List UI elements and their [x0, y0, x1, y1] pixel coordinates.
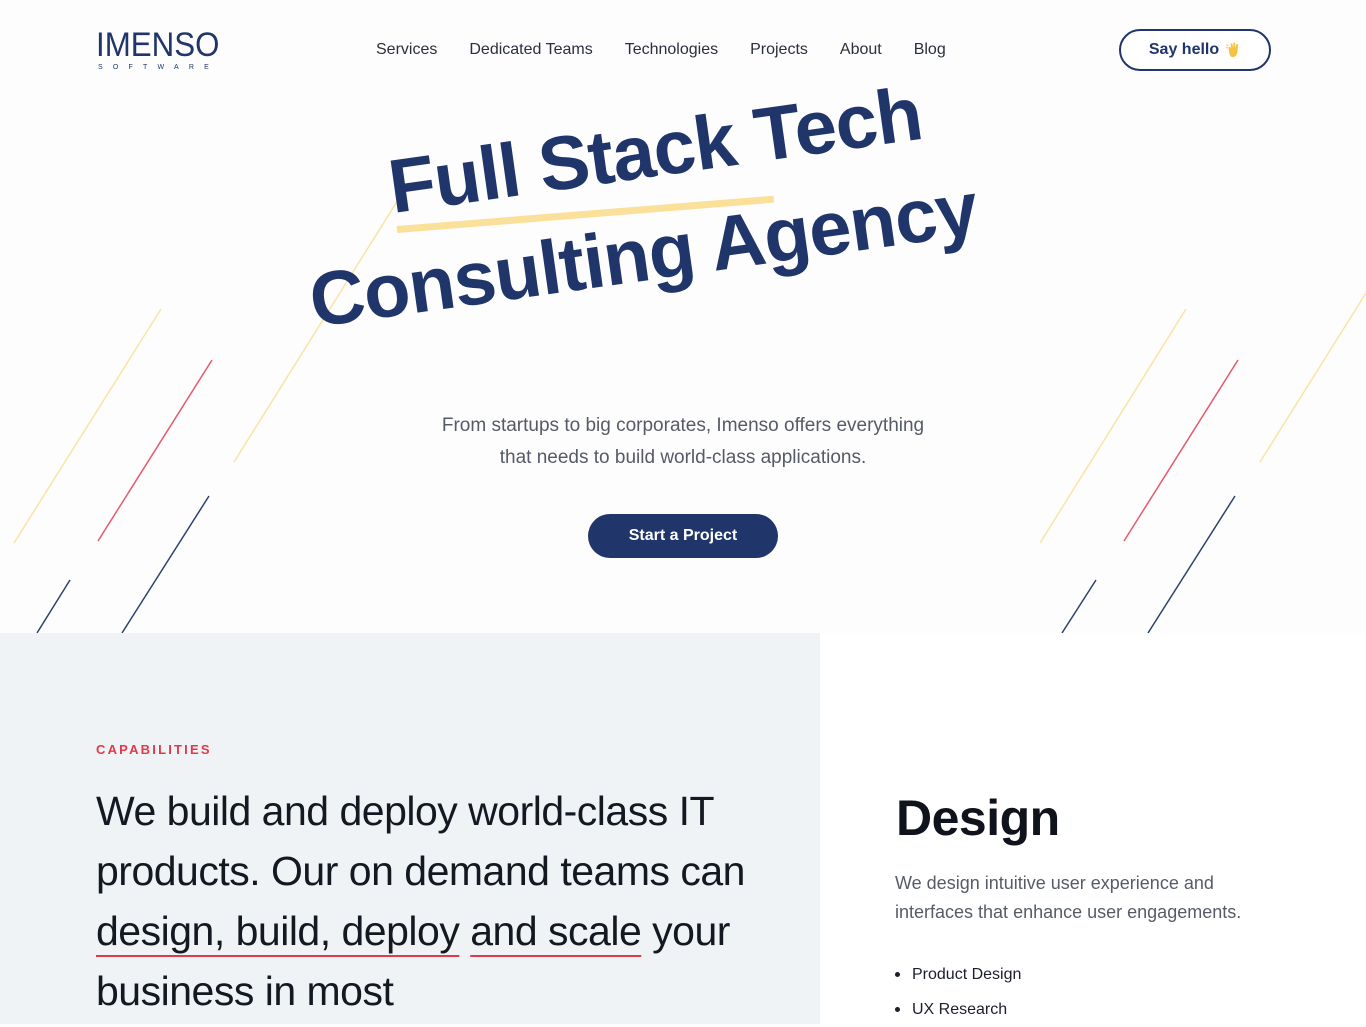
design-description: We design intuitive user experience and …	[895, 873, 1242, 922]
design-list-item-product-design: Product Design	[895, 957, 1021, 992]
design-list-item-ux-research: UX Research	[895, 992, 1021, 1027]
capabilities-text-start: We build and deploy world-class IT produ…	[96, 788, 745, 894]
hero-subtext-line2: that needs to build world-class applicat…	[499, 447, 867, 468]
capabilities-highlight-scale: and scale	[470, 908, 642, 954]
nav-item-blog[interactable]: Blog	[914, 38, 946, 62]
main-nav: Services Dedicated Teams Technologies Pr…	[376, 38, 946, 62]
nav-item-projects[interactable]: Projects	[750, 38, 808, 62]
say-hello-button[interactable]: Say hello	[1119, 29, 1271, 71]
capabilities-section: CAPABILITIES We build and deploy world-c…	[0, 633, 820, 1024]
hero-subtext: From startups to big corporates, Imenso …	[383, 410, 983, 474]
nav-item-dedicated-teams[interactable]: Dedicated Teams	[469, 38, 592, 62]
site-header: IMENSO SOFTWARE Services Dedicated Teams…	[0, 0, 1366, 100]
capabilities-highlight-design-build-deploy: design, build, deploy	[96, 908, 460, 954]
logo-subtitle: SOFTWARE	[98, 64, 220, 71]
hero-subtext-line1: From startups to big corporates, Imenso …	[441, 415, 925, 436]
design-list: Product Design UX Research	[895, 957, 1021, 1027]
nav-item-about[interactable]: About	[840, 38, 882, 62]
capabilities-text-space	[459, 908, 470, 954]
start-project-button[interactable]: Start a Project	[588, 514, 778, 558]
logo-wordmark: IMENSO	[96, 26, 220, 64]
nav-item-services[interactable]: Services	[376, 38, 437, 62]
capabilities-eyebrow: CAPABILITIES	[96, 742, 212, 757]
design-title: Design	[896, 790, 1060, 846]
nav-item-technologies[interactable]: Technologies	[625, 38, 718, 62]
design-card: Design We design intuitive user experien…	[820, 633, 1366, 1024]
say-hello-label: Say hello	[1148, 41, 1220, 58]
capabilities-statement: We build and deploy world-class IT produ…	[96, 781, 776, 1021]
waving-hand-icon	[1225, 42, 1239, 58]
imenso-logo[interactable]: IMENSO SOFTWARE	[96, 28, 226, 74]
